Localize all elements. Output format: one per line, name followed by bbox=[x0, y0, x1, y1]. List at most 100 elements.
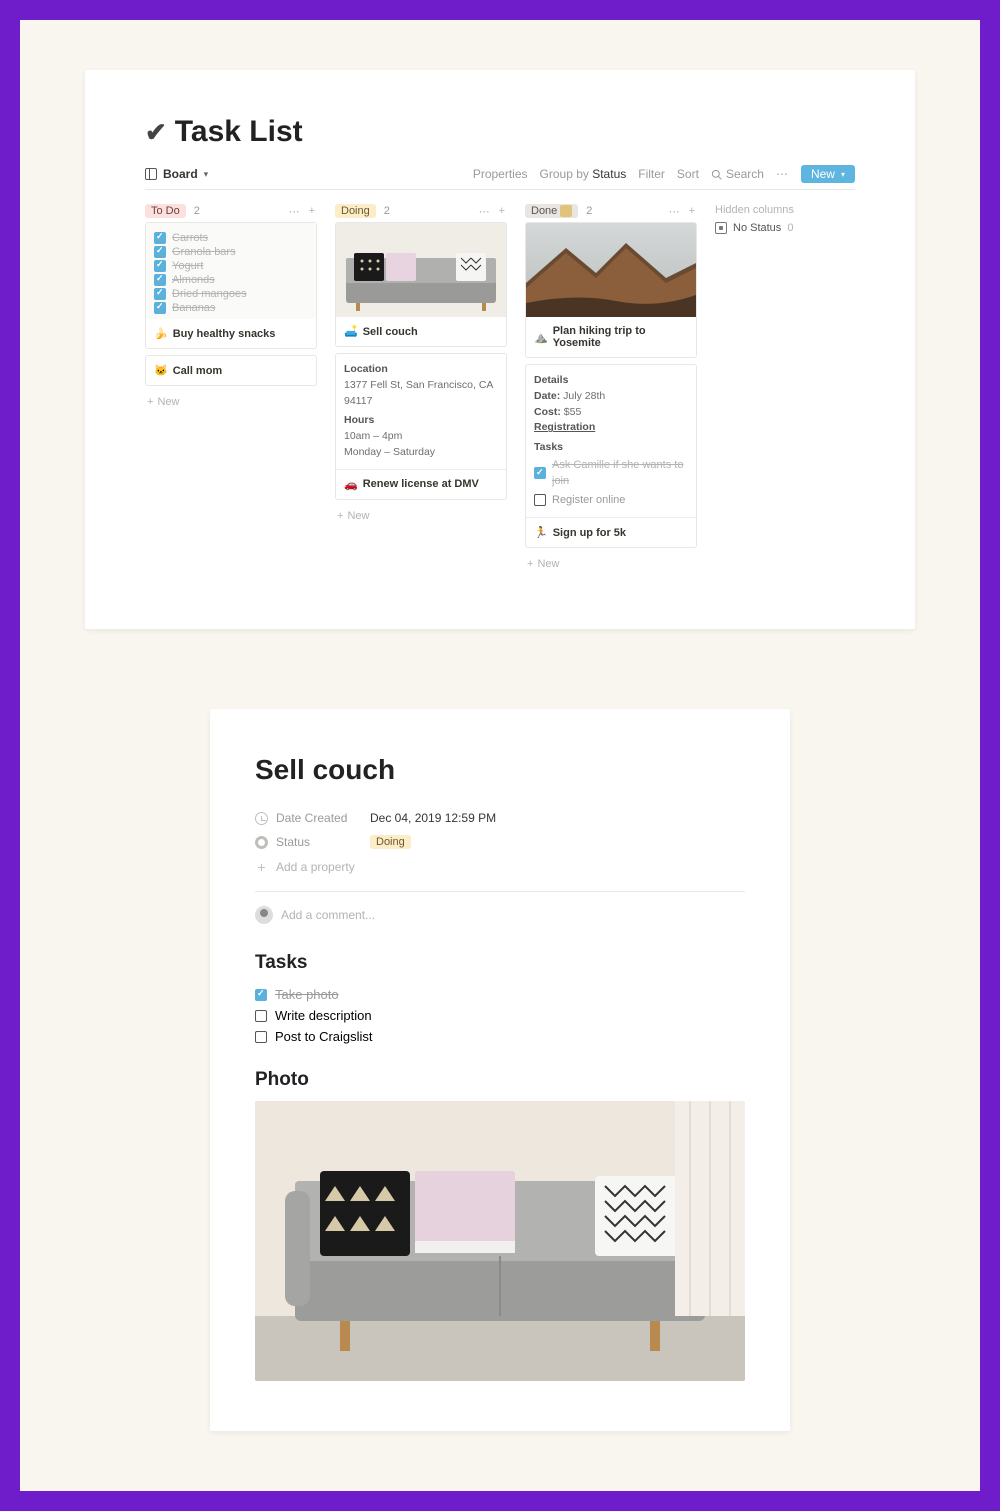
check-item: Yogurt bbox=[154, 259, 308, 273]
checkbox-checked-icon bbox=[154, 274, 166, 286]
card-call-mom[interactable]: 🐱 Call mom bbox=[145, 355, 317, 386]
date-label: Date: bbox=[534, 390, 560, 402]
check-item-text: Register online bbox=[552, 492, 625, 509]
no-status-label: No Status bbox=[733, 222, 781, 234]
card-plan-hiking-trip[interactable]: ⛰️Plan hiking trip to Yosemite bbox=[525, 222, 697, 358]
check-item: Almonds bbox=[154, 273, 308, 287]
done-badge-icon bbox=[560, 205, 572, 217]
column-menu-button[interactable]: ⋯ bbox=[479, 205, 491, 218]
column-done: Done 2 ⋯ + bbox=[525, 200, 697, 574]
location-value: 1377 Fell St, San Francisco, CA 94117 bbox=[344, 378, 498, 410]
runner-icon: 🏃 bbox=[534, 526, 548, 539]
user-avatar-icon bbox=[255, 906, 273, 924]
banana-icon: 🍌 bbox=[154, 327, 168, 340]
more-options-button[interactable]: ⋯ bbox=[776, 167, 789, 181]
property-value: Dec 04, 2019 12:59 PM bbox=[370, 811, 496, 825]
hours-value: 10am – 4pm bbox=[344, 429, 498, 445]
property-date-created[interactable]: Date Created Dec 04, 2019 12:59 PM bbox=[255, 806, 745, 830]
sort-button[interactable]: Sort bbox=[677, 167, 699, 181]
group-by-button[interactable]: Group by Status bbox=[540, 167, 627, 181]
column-tag-todo[interactable]: To Do bbox=[145, 204, 186, 218]
card-title-text: Sell couch bbox=[363, 326, 418, 338]
column-menu-button[interactable]: ⋯ bbox=[289, 205, 301, 218]
new-button[interactable]: New ▾ bbox=[801, 165, 855, 183]
status-icon bbox=[255, 836, 268, 849]
group-by-value: Status bbox=[592, 167, 626, 181]
plus-icon: + bbox=[337, 510, 343, 522]
plus-icon: + bbox=[255, 859, 268, 875]
checkmark-icon: ✔ bbox=[145, 117, 167, 148]
chevron-down-icon[interactable]: ▾ bbox=[204, 169, 209, 180]
properties-button[interactable]: Properties bbox=[473, 167, 528, 181]
no-status-icon bbox=[715, 222, 727, 234]
column-menu-button[interactable]: ⋯ bbox=[669, 205, 681, 218]
page-title: ✔ Task List bbox=[145, 115, 855, 149]
column-add-button[interactable]: + bbox=[687, 205, 697, 217]
card-cover-image bbox=[336, 223, 506, 317]
task-row[interactable]: Take photo bbox=[255, 984, 745, 1005]
search-icon bbox=[711, 169, 722, 180]
no-status-count: 0 bbox=[787, 222, 793, 234]
task-list-board-panel: ✔ Task List Board ▾ Properties Group by … bbox=[85, 70, 915, 629]
column-tag-doing[interactable]: Doing bbox=[335, 204, 376, 218]
couch-icon: 🛋️ bbox=[344, 325, 358, 338]
couch-photo bbox=[255, 1101, 745, 1381]
add-card-button[interactable]: +New bbox=[525, 554, 697, 574]
column-count: 2 bbox=[194, 205, 200, 217]
card-title-text: Call mom bbox=[173, 365, 223, 377]
photo-heading: Photo bbox=[255, 1069, 745, 1091]
add-comment-input[interactable]: Add a comment... bbox=[255, 896, 745, 930]
checkbox-checked-icon bbox=[534, 467, 546, 479]
cat-icon: 🐱 bbox=[154, 364, 168, 377]
tasks-label: Tasks bbox=[534, 440, 688, 456]
kanban-board: To Do 2 ⋯ + Carrots Granola bars Yogurt … bbox=[145, 200, 855, 574]
checkbox-checked-icon[interactable] bbox=[255, 989, 267, 1001]
view-selector[interactable]: Board bbox=[163, 167, 198, 181]
clock-icon bbox=[255, 812, 268, 825]
search-button[interactable]: Search bbox=[711, 167, 764, 181]
card-buy-healthy-snacks[interactable]: Carrots Granola bars Yogurt Almonds Drie… bbox=[145, 222, 317, 349]
check-item: Granola bars bbox=[154, 245, 308, 259]
task-detail-panel: Sell couch Date Created Dec 04, 2019 12:… bbox=[210, 709, 790, 1431]
checkbox-checked-icon bbox=[154, 246, 166, 258]
detail-title: Sell couch bbox=[255, 754, 745, 786]
check-item: Dried mangoes bbox=[154, 287, 308, 301]
task-text: Take photo bbox=[275, 987, 339, 1002]
column-tag-done[interactable]: Done bbox=[525, 204, 578, 218]
add-card-button[interactable]: +New bbox=[145, 392, 317, 412]
check-item: Bananas bbox=[154, 301, 308, 315]
filter-button[interactable]: Filter bbox=[638, 167, 665, 181]
card-renew-license[interactable]: Location 1377 Fell St, San Francisco, CA… bbox=[335, 353, 507, 500]
property-status[interactable]: Status Doing bbox=[255, 830, 745, 854]
column-count: 2 bbox=[384, 205, 390, 217]
property-label: Date Created bbox=[276, 811, 347, 825]
divider bbox=[255, 891, 745, 892]
checkbox-checked-icon bbox=[154, 232, 166, 244]
car-icon: 🚗 bbox=[344, 478, 358, 491]
card-title-text: Plan hiking trip to Yosemite bbox=[553, 325, 688, 349]
add-property-button[interactable]: + Add a property bbox=[255, 854, 745, 887]
task-row[interactable]: Post to Craigslist bbox=[255, 1026, 745, 1047]
property-label: Status bbox=[276, 835, 310, 849]
task-row[interactable]: Write description bbox=[255, 1005, 745, 1026]
column-todo: To Do 2 ⋯ + Carrots Granola bars Yogurt … bbox=[145, 200, 317, 574]
checkbox-checked-icon bbox=[154, 302, 166, 314]
card-title-text: Sign up for 5k bbox=[553, 527, 626, 539]
status-tag: Doing bbox=[370, 835, 411, 849]
add-card-button[interactable]: +New bbox=[335, 506, 507, 526]
task-text: Post to Craigslist bbox=[275, 1029, 373, 1044]
group-by-label: Group by bbox=[540, 167, 593, 181]
card-sign-up-5k[interactable]: Details Date: July 28th Cost: $55 Regist… bbox=[525, 364, 697, 548]
hidden-columns-label: Hidden columns bbox=[715, 204, 855, 216]
check-item-text: Ask Camille if she wants to join bbox=[552, 457, 688, 490]
column-add-button[interactable]: + bbox=[497, 205, 507, 217]
checkbox-empty-icon[interactable] bbox=[255, 1010, 267, 1022]
checkbox-empty-icon[interactable] bbox=[255, 1031, 267, 1043]
tasks-heading: Tasks bbox=[255, 952, 745, 974]
card-sell-couch[interactable]: 🛋️ Sell couch bbox=[335, 222, 507, 347]
hidden-column-no-status[interactable]: No Status 0 bbox=[715, 216, 855, 240]
details-label: Details bbox=[534, 373, 688, 389]
column-add-button[interactable]: + bbox=[307, 205, 317, 217]
hidden-columns-section: Hidden columns No Status 0 bbox=[715, 200, 855, 574]
board-toolbar: Board ▾ Properties Group by Status Filte… bbox=[145, 165, 855, 190]
